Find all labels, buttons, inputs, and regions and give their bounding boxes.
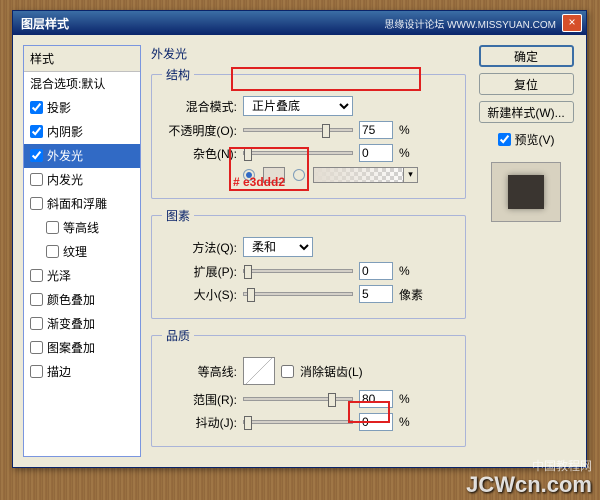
structure-group: 结构 混合模式: 正片叠底 不透明度(O): % 杂色(N): % [151,66,466,199]
panel-title: 外发光 [151,45,466,62]
range-slider[interactable] [243,397,353,401]
new-style-button[interactable]: 新建样式(W)... [479,101,574,123]
spread-label: 扩展(P): [162,263,237,280]
style-item-外发光[interactable]: 外发光 [24,144,140,168]
jitter-label: 抖动(J): [162,414,237,431]
dialog-title: 图层样式 [21,15,384,32]
style-item-斜面和浮雕[interactable]: 斜面和浮雕 [24,192,140,216]
antialias-checkbox[interactable] [281,365,294,378]
brand-label: 思缘设计论坛 WWW.MISSYUAN.COM [384,16,556,31]
style-label: 外发光 [47,147,83,164]
size-slider[interactable] [243,292,353,296]
style-label: 纹理 [63,243,87,260]
style-item-等高线[interactable]: 等高线 [24,216,140,240]
styles-header: 样式 [24,46,140,72]
size-label: 大小(S): [162,286,237,303]
style-checkbox[interactable] [46,245,59,258]
style-checkbox[interactable] [30,197,43,210]
noise-input[interactable] [359,144,393,162]
jitter-slider[interactable] [243,420,353,424]
cancel-button[interactable]: 复位 [479,73,574,95]
opacity-slider[interactable] [243,128,353,132]
range-label: 范围(R): [162,391,237,408]
style-item-颜色叠加[interactable]: 颜色叠加 [24,288,140,312]
outer-glow-panel: 外发光 结构 混合模式: 正片叠底 不透明度(O): % 杂色(N): [151,45,466,457]
style-label: 等高线 [63,219,99,236]
preview-checkbox[interactable] [498,133,511,146]
preview-toggle[interactable]: 预览(V) [498,131,555,148]
style-label: 投影 [47,99,71,116]
style-checkbox[interactable] [30,149,43,162]
styles-list: 样式 混合选项:默认 投影内阴影外发光内发光斜面和浮雕等高线纹理光泽颜色叠加渐变… [23,45,141,457]
technique-select[interactable]: 柔和 [243,237,313,257]
style-label: 内发光 [47,171,83,188]
range-input[interactable] [359,390,393,408]
blend-mode-label: 混合模式: [162,98,237,115]
watermark-main: JCWcn.com [466,472,592,498]
style-item-投影[interactable]: 投影 [24,96,140,120]
opacity-label: 不透明度(O): [162,122,237,139]
structure-legend: 结构 [162,66,194,83]
antialias-label: 消除锯齿(L) [300,363,363,380]
gradient-picker[interactable]: ▾ [313,167,418,183]
style-label: 描边 [47,363,71,380]
style-item-图案叠加[interactable]: 图案叠加 [24,336,140,360]
style-label: 颜色叠加 [47,291,95,308]
contour-label: 等高线: [162,363,237,380]
titlebar: 图层样式 思缘设计论坛 WWW.MISSYUAN.COM × [13,11,586,35]
style-item-内发光[interactable]: 内发光 [24,168,140,192]
style-item-内阴影[interactable]: 内阴影 [24,120,140,144]
layer-style-dialog: 图层样式 思缘设计论坛 WWW.MISSYUAN.COM × 样式 混合选项:默… [12,10,587,468]
quality-group: 品质 等高线: 消除锯齿(L) 范围(R): % 抖动(J): [151,327,466,447]
opacity-input[interactable] [359,121,393,139]
style-checkbox[interactable] [30,101,43,114]
style-checkbox[interactable] [30,269,43,282]
jitter-input[interactable] [359,413,393,431]
size-unit: 像素 [399,286,423,303]
style-item-渐变叠加[interactable]: 渐变叠加 [24,312,140,336]
style-label: 渐变叠加 [47,315,95,332]
elements-legend: 图素 [162,207,194,224]
blend-options-row[interactable]: 混合选项:默认 [24,72,140,96]
style-checkbox[interactable] [46,221,59,234]
style-checkbox[interactable] [30,365,43,378]
style-item-光泽[interactable]: 光泽 [24,264,140,288]
noise-label: 杂色(N): [162,145,237,162]
style-checkbox[interactable] [30,125,43,138]
hex-annotation: # e3ddd2 [233,175,285,189]
spread-unit: % [399,264,410,278]
chevron-down-icon[interactable]: ▾ [403,168,417,182]
size-input[interactable] [359,285,393,303]
noise-slider[interactable] [243,151,353,155]
spread-slider[interactable] [243,269,353,273]
preview-box [491,162,561,222]
style-item-纹理[interactable]: 纹理 [24,240,140,264]
style-label: 图案叠加 [47,339,95,356]
style-checkbox[interactable] [30,173,43,186]
style-checkbox[interactable] [30,317,43,330]
opacity-unit: % [399,123,410,137]
jitter-unit: % [399,415,410,429]
style-checkbox[interactable] [30,341,43,354]
close-button[interactable]: × [562,14,582,32]
style-label: 斜面和浮雕 [47,195,107,212]
gradient-radio[interactable] [293,169,305,181]
elements-group: 图素 方法(Q): 柔和 扩展(P): % 大小(S): 像素 [151,207,466,319]
style-label: 内阴影 [47,123,83,140]
noise-unit: % [399,146,410,160]
style-item-描边[interactable]: 描边 [24,360,140,384]
quality-legend: 品质 [162,327,194,344]
preview-swatch [508,175,544,209]
blend-mode-select[interactable]: 正片叠底 [243,96,353,116]
style-label: 光泽 [47,267,71,284]
technique-label: 方法(Q): [162,239,237,256]
contour-picker[interactable] [243,357,275,385]
ok-button[interactable]: 确定 [479,45,574,67]
style-checkbox[interactable] [30,293,43,306]
range-unit: % [399,392,410,406]
spread-input[interactable] [359,262,393,280]
dialog-sidebar: 确定 复位 新建样式(W)... 预览(V) [476,45,576,457]
